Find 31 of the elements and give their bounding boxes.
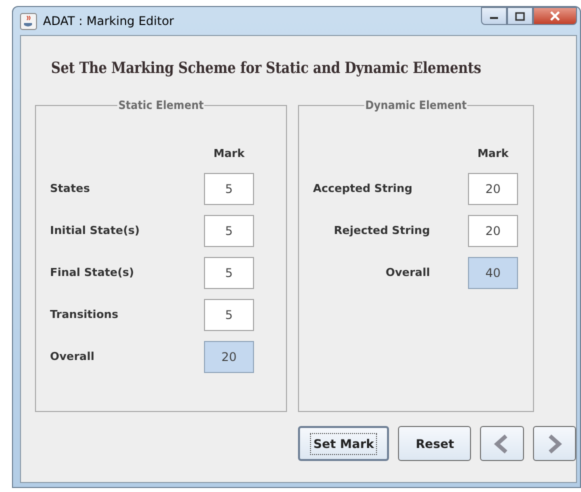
heading: Set The Marking Scheme for Static and Dynamic Elements: [51, 57, 482, 79]
field-label: Transitions: [50, 306, 120, 322]
mark-field[interactable]: 5: [204, 214, 254, 247]
field-label: Final State(s): [50, 264, 136, 280]
column-header: Mark: [476, 146, 510, 162]
mark-field[interactable]: 5: [204, 298, 254, 331]
field-label: Overall: [50, 348, 96, 364]
field-label: Accepted String: [313, 180, 414, 196]
java-cup-icon: [20, 12, 37, 30]
total-field[interactable]: 40: [468, 256, 518, 289]
mark-field[interactable]: 20: [468, 172, 518, 205]
next-button[interactable]: [532, 426, 576, 462]
panel-title: Dynamic Element: [364, 97, 468, 114]
mark-field[interactable]: 20: [468, 214, 518, 247]
field-label: States: [50, 180, 91, 196]
maximize-icon: [515, 12, 525, 20]
field-label: Initial State(s): [50, 222, 141, 238]
mark-field[interactable]: 5: [204, 256, 254, 289]
column-header: Mark: [212, 146, 246, 162]
maximize-button[interactable]: [507, 7, 533, 25]
close-button[interactable]: [533, 7, 577, 25]
total-field[interactable]: 20: [204, 340, 254, 373]
previous-button[interactable]: [480, 426, 524, 462]
mark-field[interactable]: 5: [204, 172, 254, 205]
window-title: ADAT : Marking Editor: [43, 13, 174, 30]
set-mark-button[interactable]: Set Mark: [298, 426, 390, 462]
minimize-button[interactable]: [481, 7, 507, 25]
reset-button[interactable]: Reset: [398, 426, 472, 462]
field-label: Rejected String: [332, 222, 430, 238]
close-icon: [549, 11, 561, 21]
field-label: Overall: [384, 264, 430, 280]
